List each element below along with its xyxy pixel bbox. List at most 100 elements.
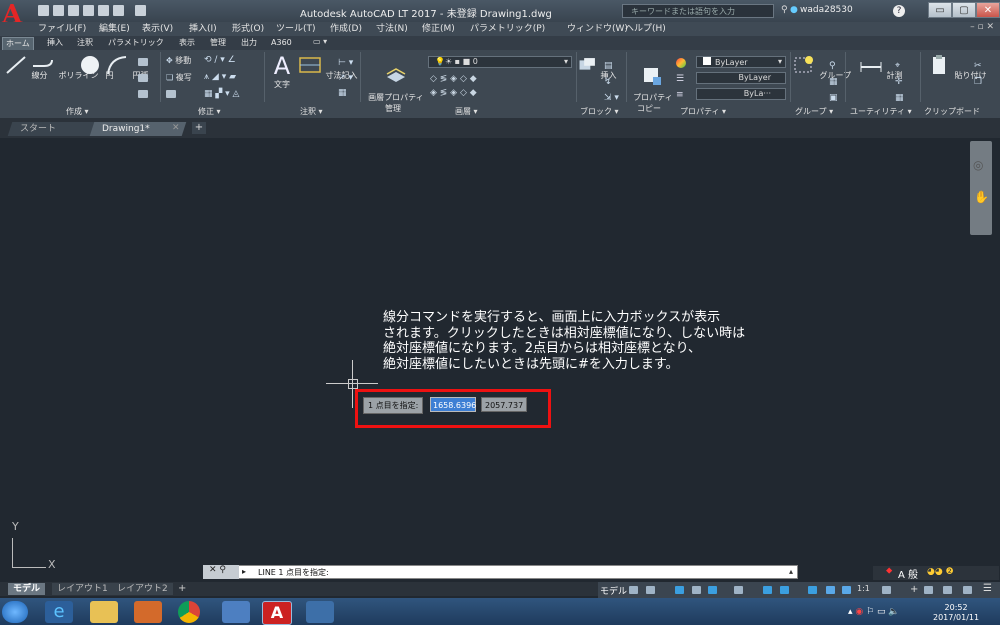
text-button[interactable]: A 文字 bbox=[270, 53, 294, 90]
tab-model[interactable]: モデル bbox=[8, 583, 46, 595]
layer-properties-button[interactable]: 画層プロパティ 管理 bbox=[363, 54, 424, 114]
linetype-dropdown[interactable]: ByLayer bbox=[696, 72, 786, 84]
clean-screen-icon[interactable] bbox=[963, 586, 972, 594]
block-tools-icon[interactable]: ▤ ↯ ⇲ ▾ bbox=[604, 58, 619, 106]
binoculars-icon[interactable]: ⚲ bbox=[781, 5, 788, 15]
snap-icon[interactable] bbox=[646, 586, 655, 594]
navigation-bar[interactable] bbox=[970, 141, 992, 235]
close-button[interactable]: ✕ bbox=[976, 2, 1000, 18]
annotation-panel-label[interactable]: 注釈 ▾ bbox=[300, 106, 323, 117]
tab-annotate[interactable]: 注釈 bbox=[74, 37, 96, 49]
explorer-taskbar-icon[interactable] bbox=[90, 601, 118, 623]
layer-tools-icon[interactable]: ◇ ≶ ◈ ◇ ◆ ◈ ≶ ◈ ◇ ◆ bbox=[430, 72, 477, 100]
document-window-controls[interactable]: – ▫ ✕ bbox=[970, 22, 994, 32]
maximize-button[interactable]: ▢ bbox=[952, 2, 976, 18]
menu-draw[interactable]: 作成(D) bbox=[330, 22, 362, 36]
group-tools-icon[interactable]: ⚲ ▦ ▣ bbox=[829, 58, 838, 106]
system-clock[interactable]: 20:52 2017/01/11 bbox=[933, 603, 979, 623]
customization-menu-icon[interactable]: ☰ bbox=[983, 583, 992, 594]
paint-taskbar-icon[interactable] bbox=[306, 601, 334, 623]
steering-wheel-icon[interactable]: ◎ bbox=[973, 158, 983, 172]
plus-icon[interactable]: + bbox=[910, 584, 918, 595]
menu-file[interactable]: ファイル(F) bbox=[38, 22, 86, 36]
line-button[interactable]: 線分 bbox=[3, 54, 48, 81]
mirror-icon[interactable]: ⩚ ◢ ▾ ▰ bbox=[204, 72, 236, 82]
cut-copy-icon[interactable]: ✂ ❐ bbox=[974, 58, 982, 90]
user-icon[interactable]: ● bbox=[790, 5, 798, 15]
ribbon-toggle-icon[interactable]: ▭ ▾ bbox=[313, 37, 327, 46]
tab-insert[interactable]: 挿入 bbox=[44, 37, 66, 49]
scale-icon[interactable]: ▦ ▞ ▾ ◬ bbox=[204, 89, 239, 99]
menu-view[interactable]: 表示(V) bbox=[142, 22, 173, 36]
clipboard-panel-label[interactable]: クリップボード bbox=[924, 106, 980, 117]
rectangle-icon[interactable] bbox=[138, 58, 148, 66]
dimension-button[interactable]: 寸法記入 bbox=[297, 54, 358, 81]
tab-a360[interactable]: A360 bbox=[268, 37, 295, 49]
dynamic-input-y-field[interactable]: 2057.737 bbox=[481, 397, 527, 412]
utilities-panel-label[interactable]: ユーティリティ ▾ bbox=[850, 106, 912, 117]
ime-tools-icon[interactable]: ◕◕ ❷ bbox=[927, 567, 954, 577]
hatch-icon[interactable] bbox=[138, 74, 148, 82]
add-layout-button[interactable]: + bbox=[178, 583, 186, 594]
layers-panel-label[interactable]: 画層 ▾ bbox=[455, 106, 478, 117]
tab-start[interactable]: スタート bbox=[7, 122, 103, 136]
lineweight-toggle-icon[interactable] bbox=[780, 586, 789, 594]
polar-icon[interactable] bbox=[692, 586, 701, 594]
tab-home[interactable]: ホーム bbox=[2, 37, 34, 50]
tab-layout2[interactable]: レイアウト2 bbox=[112, 583, 173, 595]
copy-button[interactable]: ❏ 複写 bbox=[166, 72, 192, 83]
menu-help[interactable]: ヘルプ(H) bbox=[625, 22, 666, 36]
measure-button[interactable]: 計測 bbox=[858, 54, 903, 81]
command-line-tools[interactable]: ✕ ⚲ bbox=[203, 565, 239, 579]
save-as-icon[interactable] bbox=[83, 5, 94, 16]
print-icon[interactable] bbox=[98, 5, 109, 16]
groups-panel-label[interactable]: グループ ▾ bbox=[795, 106, 833, 117]
color-dropdown[interactable]: ByLayer ▾ bbox=[696, 56, 786, 68]
isolate-icon[interactable] bbox=[943, 586, 952, 594]
arc-button[interactable]: 円弧 bbox=[104, 54, 149, 81]
color-wheel-icon[interactable] bbox=[676, 58, 686, 68]
units-icon[interactable] bbox=[924, 586, 933, 594]
minimize-button[interactable]: ▭ bbox=[928, 2, 952, 18]
undo-icon[interactable] bbox=[113, 5, 124, 16]
block-panel-label[interactable]: ブロック ▾ bbox=[580, 106, 619, 117]
tab-manage[interactable]: 管理 bbox=[207, 37, 229, 49]
dynamic-input-x-field[interactable]: 1658.6396 bbox=[430, 397, 476, 412]
menu-window[interactable]: ウィンドウ(W) bbox=[567, 22, 628, 36]
menu-parametric[interactable]: パラメトリック(P) bbox=[470, 22, 545, 36]
menu-format[interactable]: 形式(O) bbox=[232, 22, 264, 36]
user-name[interactable]: wada28530 bbox=[800, 5, 853, 15]
stretch-icon[interactable] bbox=[166, 90, 176, 98]
chrome-taskbar-icon[interactable] bbox=[178, 601, 200, 623]
layer-dropdown[interactable]: 💡☀ ▪ ■ 0 ▾ bbox=[428, 56, 572, 68]
save-icon[interactable] bbox=[68, 5, 79, 16]
leader-icon[interactable]: ⊢ ▾ ↗ ▾ ▦ bbox=[338, 56, 353, 101]
annotation-scale-value[interactable]: 1:1 bbox=[857, 584, 870, 593]
menu-insert[interactable]: 挿入(I) bbox=[189, 22, 217, 36]
command-history-icon[interactable]: ▴ bbox=[789, 567, 793, 576]
autocad-taskbar-icon[interactable]: A bbox=[262, 601, 292, 625]
media-taskbar-icon[interactable] bbox=[134, 601, 162, 623]
help-icon[interactable]: ? bbox=[893, 5, 905, 17]
draw-panel-label[interactable]: 作成 ▾ bbox=[66, 106, 89, 117]
tab-layout1[interactable]: レイアウト1 bbox=[52, 583, 113, 595]
app-taskbar-icon[interactable] bbox=[222, 601, 250, 623]
menu-modify[interactable]: 修正(M) bbox=[422, 22, 455, 36]
rotate-icon[interactable]: ⟲ ∕ ▾ ∠ bbox=[204, 55, 236, 65]
new-file-icon[interactable] bbox=[38, 5, 49, 16]
annotation-scale-icon[interactable] bbox=[842, 586, 851, 594]
group-button[interactable]: グループ bbox=[791, 54, 851, 81]
new-tab-button[interactable]: + bbox=[192, 122, 206, 134]
ime-label[interactable]: A 般 bbox=[898, 566, 918, 581]
menu-dimension[interactable]: 寸法(N) bbox=[376, 22, 408, 36]
open-file-icon[interactable] bbox=[53, 5, 64, 16]
close-command-icon[interactable]: ✕ ⚲ bbox=[203, 565, 226, 575]
redo-icon[interactable] bbox=[135, 5, 146, 16]
tab-output[interactable]: 出力 bbox=[238, 37, 260, 49]
model-space-button[interactable]: モデル bbox=[600, 584, 627, 597]
osnap-icon[interactable] bbox=[708, 586, 717, 594]
tab-parametric[interactable]: パラメトリック bbox=[105, 37, 167, 49]
modify-panel-label[interactable]: 修正 ▾ bbox=[198, 106, 221, 117]
grid-icon[interactable] bbox=[629, 586, 638, 594]
ortho-icon[interactable] bbox=[675, 586, 684, 594]
